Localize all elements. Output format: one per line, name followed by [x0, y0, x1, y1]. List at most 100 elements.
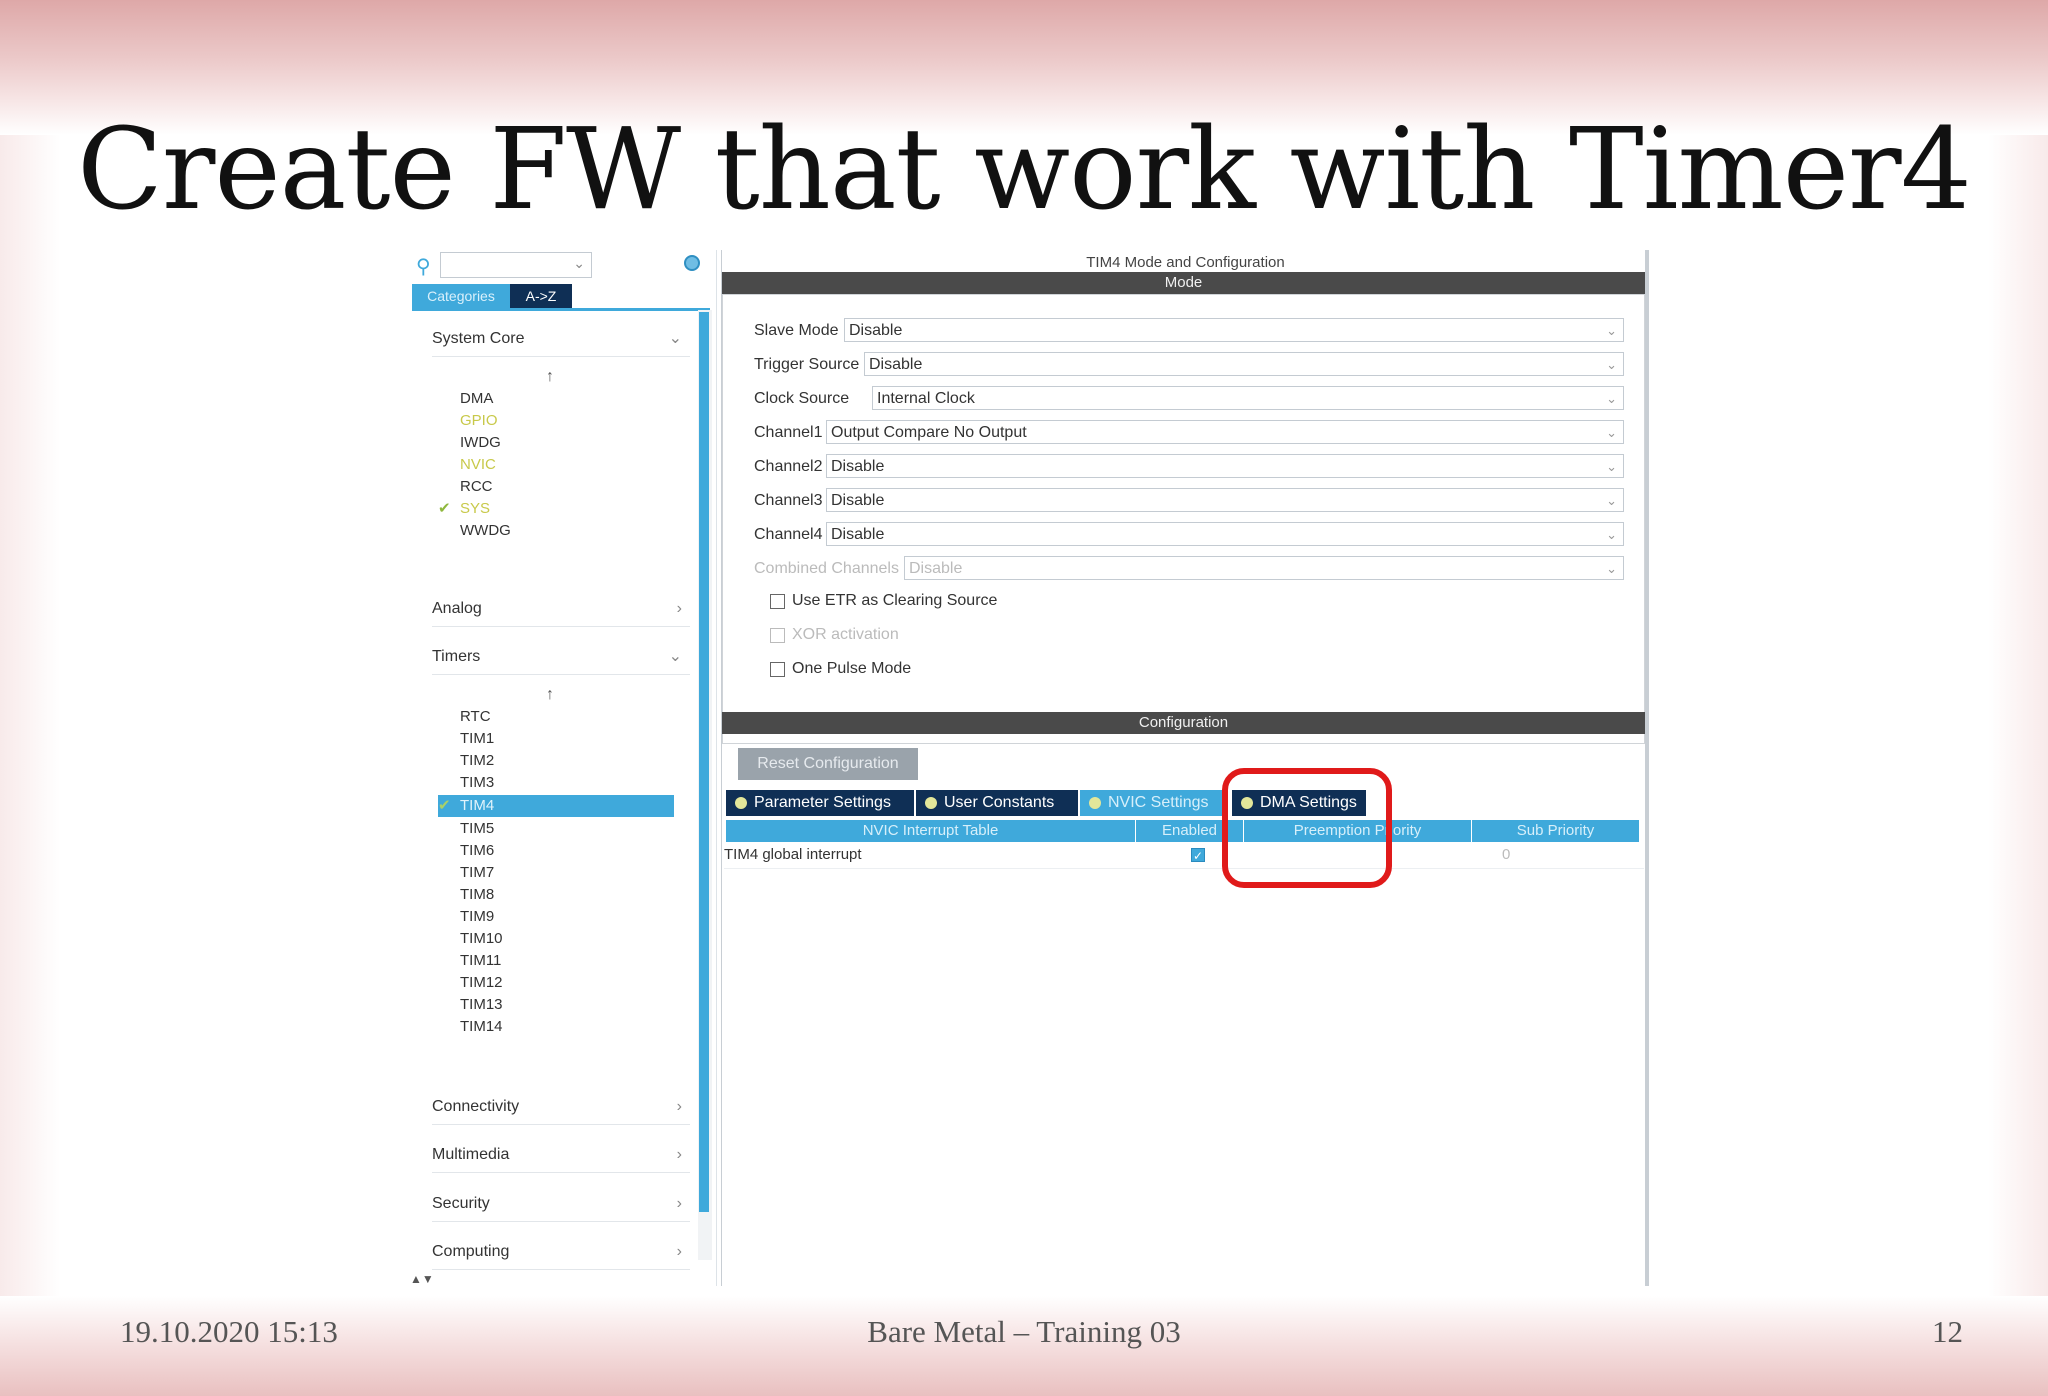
- sub-priority-value[interactable]: 0: [1502, 846, 1510, 863]
- chevron-right-icon: ›: [676, 1146, 682, 1163]
- chevron-down-icon: ⌄: [1606, 459, 1617, 474]
- search-combo[interactable]: ⌄: [440, 252, 592, 278]
- chevron-down-icon: ⌄: [1606, 323, 1617, 338]
- expand-collapse-icon[interactable]: ▲▼: [410, 1272, 434, 1286]
- category-label: Timers: [432, 648, 481, 665]
- chevron-right-icon: ›: [676, 600, 682, 617]
- footer-title: Bare Metal – Training 03: [867, 1314, 1181, 1349]
- configuration-section-bar: Configuration: [722, 712, 1645, 734]
- status-dot-icon: [1089, 797, 1101, 809]
- category-label: System Core: [432, 330, 525, 347]
- status-dot-icon: [925, 797, 937, 809]
- tab-label: NVIC Settings: [1108, 794, 1209, 811]
- tab-categories[interactable]: Categories: [412, 284, 510, 308]
- channel3-select[interactable]: Disable ⌄: [826, 488, 1624, 512]
- category-label: Connectivity: [432, 1098, 520, 1115]
- sort-arrow-icon[interactable]: ↑: [546, 686, 554, 704]
- channel2-label: Channel2: [754, 458, 823, 475]
- category-analog[interactable]: Analog ›: [432, 592, 690, 627]
- tree-item-tim12[interactable]: TIM12: [460, 972, 503, 994]
- tree-item-tim3[interactable]: TIM3: [460, 772, 494, 794]
- tree-item-tim2[interactable]: TIM2: [460, 750, 494, 772]
- tree-item-tim7[interactable]: TIM7: [460, 862, 494, 884]
- category-timers[interactable]: Timers ⌄: [432, 640, 690, 675]
- scrollbar-thumb[interactable]: [699, 312, 709, 1212]
- chevron-down-icon: ⌄: [1606, 493, 1617, 508]
- channel1-select[interactable]: Output Compare No Output ⌄: [826, 420, 1624, 444]
- table-row[interactable]: TIM4 global interrupt ✓ 0: [724, 844, 1644, 869]
- slave-mode-select[interactable]: Disable ⌄: [844, 318, 1624, 342]
- channel2-select[interactable]: Disable ⌄: [826, 454, 1624, 478]
- select-value: Disable: [831, 526, 885, 543]
- column-header-sub-priority[interactable]: Sub Priority: [1472, 820, 1640, 842]
- category-system-core[interactable]: System Core ⌄: [432, 322, 690, 357]
- tree-item-tim1[interactable]: TIM1: [460, 728, 494, 750]
- enabled-checkbox[interactable]: ✓: [1191, 848, 1205, 863]
- chevron-down-icon: ⌄: [668, 648, 682, 665]
- tree-item-tim8[interactable]: TIM8: [460, 884, 494, 906]
- panel-right-border: [1645, 250, 1649, 1286]
- sort-arrow-icon[interactable]: ↑: [546, 368, 554, 386]
- check-icon: ✔: [438, 500, 451, 517]
- chevron-down-icon: ⌄: [1606, 425, 1617, 440]
- category-label: Analog: [432, 600, 482, 617]
- tree-item-dma[interactable]: DMA: [460, 388, 493, 410]
- channel1-label: Channel1: [754, 424, 823, 441]
- tree-item-tim9[interactable]: TIM9: [460, 906, 494, 928]
- clock-source-select[interactable]: Internal Clock ⌄: [872, 386, 1624, 410]
- tree-item-rcc[interactable]: RCC: [460, 476, 493, 498]
- chevron-down-icon: ⌄: [1606, 561, 1617, 576]
- category-security[interactable]: Security ›: [432, 1187, 690, 1222]
- tab-parameter-settings[interactable]: Parameter Settings: [726, 790, 914, 816]
- slave-mode-label: Slave Mode: [754, 322, 839, 339]
- tree-item-rtc[interactable]: RTC: [460, 706, 491, 728]
- tree-item-nvic[interactable]: NVIC: [460, 454, 496, 476]
- tree-item-wwdg[interactable]: WWDG: [460, 520, 511, 542]
- slide-title: Create FW that work with Timer4: [77, 105, 1972, 235]
- select-value: Output Compare No Output: [831, 424, 1027, 441]
- trigger-source-label: Trigger Source: [754, 356, 860, 373]
- tree-item-tim6[interactable]: TIM6: [460, 840, 494, 862]
- cubemx-screenshot: ⚲ ⌄ Categories A->Z System Core ⌄ ↑ DMA …: [408, 250, 1649, 1286]
- mode-configuration-panel: TIM4 Mode and Configuration Mode Slave M…: [721, 250, 1649, 1286]
- slide-left-fade: [0, 135, 60, 1296]
- tree-item-tim13[interactable]: TIM13: [460, 994, 503, 1016]
- channel4-select[interactable]: Disable ⌄: [826, 522, 1624, 546]
- tree-item-tim11[interactable]: TIM11: [460, 950, 501, 972]
- reset-configuration-button[interactable]: Reset Configuration: [738, 748, 918, 780]
- use-etr-checkbox[interactable]: [770, 594, 785, 609]
- tree-item-iwdg[interactable]: IWDG: [460, 432, 501, 454]
- select-value: Disable: [831, 492, 885, 509]
- select-value: Internal Clock: [877, 390, 975, 407]
- mode-section-bar: Mode: [722, 272, 1645, 294]
- select-value: Disable: [831, 458, 885, 475]
- tab-nvic-settings[interactable]: NVIC Settings: [1080, 790, 1228, 816]
- xor-activation-checkbox: [770, 628, 785, 643]
- category-connectivity[interactable]: Connectivity ›: [432, 1090, 690, 1125]
- tree-item-tim14[interactable]: TIM14: [460, 1016, 503, 1038]
- interrupt-name: TIM4 global interrupt: [724, 846, 862, 863]
- combined-channels-label: Combined Channels: [754, 560, 899, 577]
- select-value: Disable: [849, 322, 903, 339]
- select-value: Disable: [869, 356, 923, 373]
- category-computing[interactable]: Computing ›: [432, 1235, 690, 1270]
- tree-item-tim4[interactable]: TIM4: [438, 795, 674, 817]
- tree-item-tim10[interactable]: TIM10: [460, 928, 503, 950]
- one-pulse-mode-checkbox[interactable]: [770, 662, 785, 677]
- trigger-source-select[interactable]: Disable ⌄: [864, 352, 1624, 376]
- use-etr-label: Use ETR as Clearing Source: [792, 592, 998, 609]
- tree-item-gpio[interactable]: GPIO: [460, 410, 498, 432]
- tab-a-z[interactable]: A->Z: [510, 284, 572, 308]
- search-icon[interactable]: ⚲: [416, 254, 431, 279]
- category-label: Security: [432, 1195, 490, 1212]
- check-icon: ✔: [438, 797, 451, 814]
- tree-item-tim5[interactable]: TIM5: [460, 818, 494, 840]
- tree-item-sys[interactable]: SYS: [460, 498, 490, 520]
- gear-icon[interactable]: [684, 255, 700, 271]
- red-highlight-annotation: [1222, 768, 1392, 888]
- tab-label: Parameter Settings: [754, 794, 891, 811]
- tab-user-constants[interactable]: User Constants: [916, 790, 1078, 816]
- chevron-down-icon: ⌄: [573, 255, 585, 271]
- category-multimedia[interactable]: Multimedia ›: [432, 1138, 690, 1173]
- column-header-nvic-interrupt-table[interactable]: NVIC Interrupt Table: [726, 820, 1136, 842]
